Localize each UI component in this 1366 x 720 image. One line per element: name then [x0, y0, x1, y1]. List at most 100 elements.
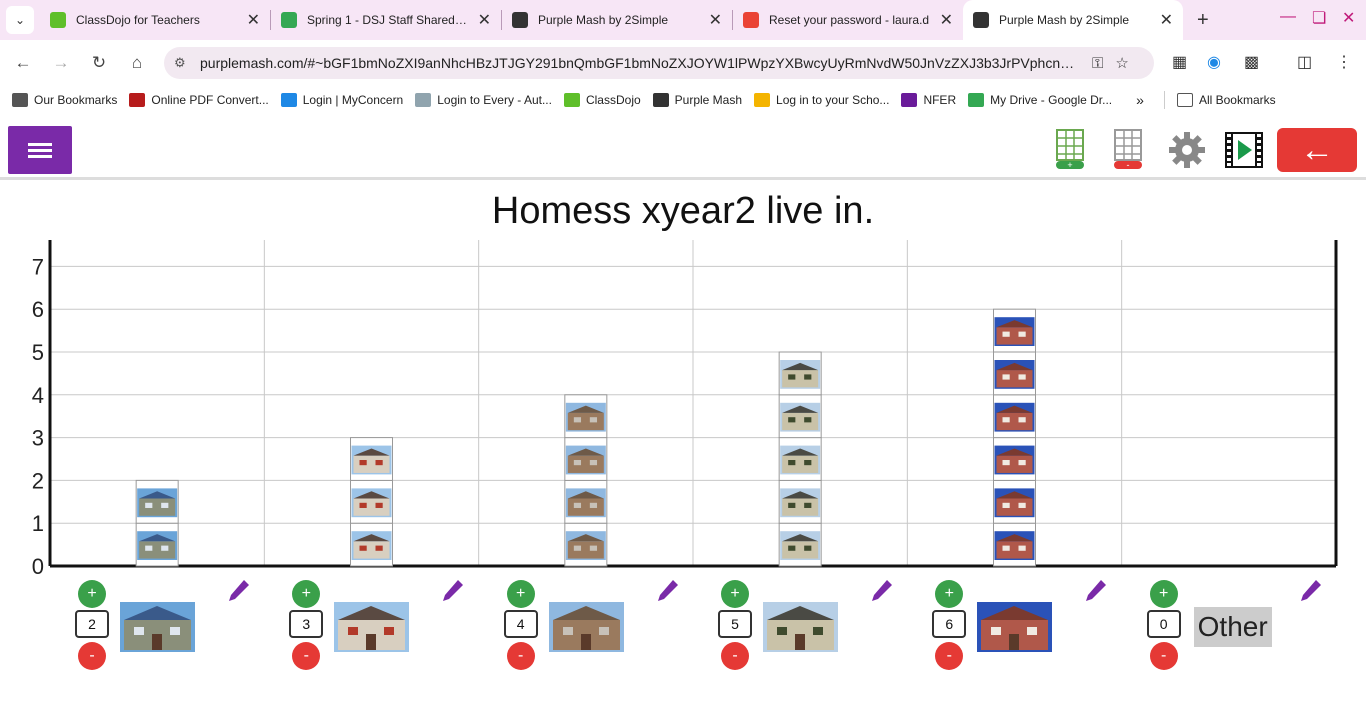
svg-text:+: + [1067, 160, 1072, 170]
house-window [1018, 331, 1026, 337]
count-value: 6 [932, 610, 967, 638]
bookmark-item[interactable]: NFER [901, 93, 956, 107]
tab-close-icon[interactable]: ✕ [247, 10, 260, 30]
all-bookmarks[interactable]: All Bookmarks [1176, 93, 1276, 107]
bookmark-favicon-icon [563, 93, 580, 107]
category-controls: +4 - [503, 578, 727, 670]
back-icon[interactable]: ← [4, 53, 42, 73]
house-wall [782, 412, 819, 431]
increase-button[interactable]: + [78, 580, 106, 608]
edit-pencil-icon[interactable] [1300, 578, 1322, 602]
tab-search-icon[interactable]: ⌄ [6, 6, 34, 34]
bookmark-label: Our Bookmarks [34, 93, 118, 107]
increase-button[interactable]: + [506, 580, 535, 608]
bookmark-star-icon[interactable]: ☆ [1115, 54, 1128, 72]
password-key-icon[interactable]: ⚿ [1092, 55, 1103, 72]
tab-close-icon[interactable]: ✕ [709, 10, 722, 30]
increase-button[interactable]: + [935, 580, 964, 608]
category-picture[interactable] [334, 602, 410, 652]
house-window [589, 502, 598, 508]
browser-tab[interactable]: Purple Mash by 2Simple ✕ [502, 0, 732, 40]
close-window-icon[interactable]: ✕ [1342, 8, 1355, 28]
remove-column-icon[interactable]: - [1112, 128, 1144, 170]
decrease-button[interactable]: - [292, 642, 321, 670]
increase-button[interactable]: + [1149, 580, 1178, 608]
house-window [1018, 460, 1026, 466]
extensions-puzzle-icon[interactable]: ▩ [1244, 52, 1259, 72]
decrease-button[interactable]: - [1149, 642, 1178, 670]
arrow-left-icon: ← [1300, 130, 1334, 169]
category-label[interactable]: Other [1193, 607, 1272, 647]
category-controls: +6 - [932, 578, 1155, 670]
bookmark-item[interactable]: My Drive - Google Dr... [968, 93, 1112, 107]
bookmark-label: Log in to your Scho... [776, 93, 890, 107]
house-wall [996, 370, 1033, 388]
chart-title[interactable]: Homess xyear2 live in. [0, 190, 1366, 233]
edit-pencil-icon[interactable] [442, 578, 464, 602]
bookmark-item[interactable]: Login to Every - Aut... [415, 93, 552, 107]
house-window [589, 460, 598, 466]
edit-pencil-icon[interactable] [228, 578, 250, 602]
decrease-button[interactable]: - [935, 642, 964, 670]
bookmark-item[interactable]: ClassDojo [563, 93, 641, 107]
bookmark-label: Online PDF Convert... [151, 93, 269, 107]
house-window [1018, 374, 1026, 380]
edit-pencil-icon[interactable] [1085, 578, 1107, 602]
bookmark-item[interactable]: Purple Mash [652, 93, 742, 107]
browser-tab[interactable]: Purple Mash by 2Simple ✕ [963, 0, 1183, 40]
browser-tab[interactable]: Spring 1 - DSJ Staff Shared - G ✕ [271, 0, 501, 40]
new-tab-icon[interactable]: + [1197, 9, 1209, 32]
edit-pencil-icon[interactable] [657, 578, 679, 602]
y-tick-label: 6 [32, 297, 44, 322]
tab-favicon-icon [50, 12, 66, 28]
count-value: 5 [718, 610, 752, 638]
browser-tab[interactable]: ClassDojo for Teachers ✕ [40, 0, 270, 40]
y-tick-label: 4 [32, 383, 44, 408]
tab-close-icon[interactable]: ✕ [1160, 10, 1173, 30]
increase-button[interactable]: + [292, 580, 321, 608]
house-window [359, 460, 367, 466]
house-window [145, 545, 153, 551]
more-bookmarks-icon[interactable]: » [1136, 92, 1144, 108]
decrease-button[interactable]: - [721, 642, 749, 670]
category-picture[interactable] [548, 602, 624, 652]
house-wall [996, 455, 1033, 473]
category-picture[interactable] [763, 602, 838, 652]
add-column-icon[interactable]: + [1054, 128, 1086, 170]
y-tick-label: 0 [32, 554, 44, 576]
house-window [375, 502, 383, 508]
address-bar[interactable]: ⚙ purplemash.com/#~bGF1bmNoZXI9anNhcHBzJ… [164, 47, 1154, 79]
tab-close-icon[interactable]: ✕ [940, 10, 953, 30]
extension-icon[interactable]: ▦ [1172, 52, 1187, 72]
y-tick-label: 7 [32, 254, 44, 279]
tab-close-icon[interactable]: ✕ [478, 10, 491, 30]
reload-icon[interactable]: ↻ [80, 53, 118, 73]
bookmark-favicon-icon [280, 93, 297, 107]
bookmark-label: NFER [923, 93, 957, 107]
category-picture[interactable] [977, 602, 1053, 652]
menu-button[interactable] [8, 126, 72, 174]
restore-icon[interactable]: ❏ [1312, 8, 1326, 28]
forward-icon[interactable]: → [42, 53, 80, 73]
bookmark-item[interactable]: Login | MyConcern [280, 93, 403, 107]
app-toolbar: + - ← [0, 120, 1366, 180]
edit-pencil-icon[interactable] [871, 578, 893, 602]
minimize-icon[interactable]: — [1280, 8, 1296, 26]
side-panel-icon[interactable]: ◫ [1297, 52, 1312, 72]
site-info-icon[interactable]: ⚙ [174, 55, 196, 71]
bookmark-item[interactable]: Online PDF Convert... [129, 93, 269, 107]
browser-tab[interactable]: Reset your password - laura.d ✕ [733, 0, 963, 40]
globe-extension-icon[interactable]: ◉ [1207, 52, 1221, 72]
category-picture[interactable] [120, 602, 195, 652]
increase-button[interactable]: + [721, 580, 749, 608]
video-help-icon[interactable] [1224, 131, 1264, 169]
home-icon[interactable]: ⌂ [118, 53, 156, 73]
bookmark-item[interactable]: Log in to your Scho... [754, 93, 889, 107]
decrease-button[interactable]: - [506, 642, 535, 670]
bookmark-item[interactable]: Our Bookmarks [12, 93, 117, 107]
decrease-button[interactable]: - [78, 642, 106, 670]
settings-gear-icon[interactable] [1168, 131, 1206, 169]
house-window [788, 417, 796, 423]
back-arrow-button[interactable]: ← [1277, 128, 1357, 172]
more-menu-icon[interactable]: ⋮ [1336, 52, 1352, 72]
